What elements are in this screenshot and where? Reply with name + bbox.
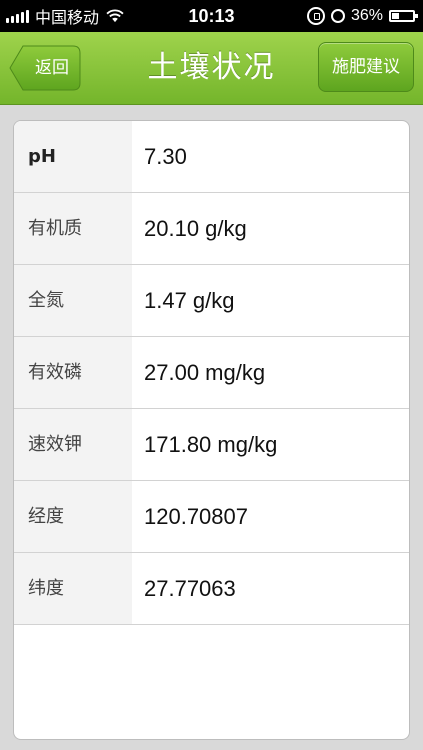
row-label: 全氮 [14,265,132,336]
soil-table: pH 7.30 有机质 20.10 g/kg 全氮 1.47 g/kg 有效磷 … [13,120,410,740]
row-value: 171.80 mg/kg [144,432,278,457]
battery-icon [389,10,418,22]
status-right: 36% [306,0,418,32]
table-row: 经度 120.70807 [14,481,409,553]
row-value: 1.47 g/kg [144,288,235,313]
back-button[interactable]: 返回 [9,45,81,91]
row-label: pH [14,121,132,192]
table-row: 纬度 27.77063 [14,553,409,625]
table-row: pH 7.30 [14,121,409,193]
alarm-icon [330,9,345,23]
row-value: 7.30 [144,144,187,169]
row-value: 27.00 mg/kg [144,360,266,385]
row-label: 经度 [14,481,132,552]
battery-percent: 36% [350,7,383,24]
row-label: 有效磷 [14,337,132,408]
table-row: 速效钾 171.80 mg/kg [14,409,409,481]
orientation-lock-icon [306,7,325,25]
row-value: 20.10 g/kg [144,216,247,241]
table-row: 有机质 20.10 g/kg [14,193,409,265]
row-label: 纬度 [14,553,132,624]
back-button-label: 返回 [35,58,69,78]
row-value: 27.77063 [144,576,236,601]
status-bar: 中国移动 10:13 36% [0,0,423,32]
table-row: 全氮 1.47 g/kg [14,265,409,337]
fertilizer-advice-button[interactable]: 施肥建议 [318,42,414,92]
row-value: 120.70807 [144,504,248,529]
table-row: 有效磷 27.00 mg/kg [14,337,409,409]
nav-bar: 土壤状况 返回 施肥建议 [0,32,423,105]
row-label: 速效钾 [14,409,132,480]
row-label: 有机质 [14,193,132,264]
